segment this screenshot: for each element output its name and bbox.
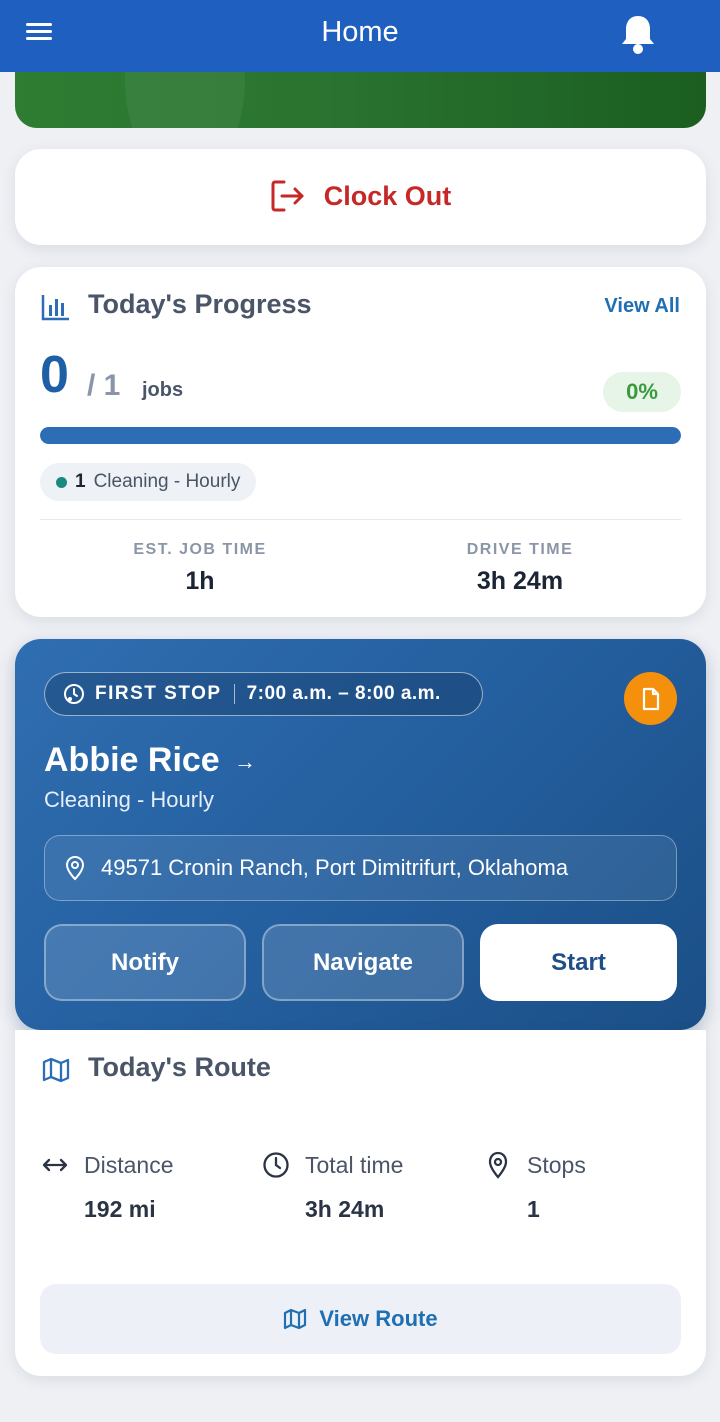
progress-bar-fill xyxy=(40,427,681,444)
clock-out-button[interactable]: Clock Out xyxy=(15,149,706,245)
navigate-button[interactable]: Navigate xyxy=(262,924,464,1001)
bar-chart-icon xyxy=(41,293,71,326)
chip-count: 1 xyxy=(75,471,86,492)
est-job-time-value: 1h xyxy=(185,567,215,595)
progress-title: Today's Progress xyxy=(88,289,312,319)
document-icon xyxy=(642,687,659,710)
arrow-right-icon[interactable]: → xyxy=(234,749,256,775)
view-route-label: View Route xyxy=(319,1306,438,1331)
progress-bar xyxy=(40,427,681,444)
map-pin-icon xyxy=(483,1150,513,1180)
stop-time-window: 7:00 a.m. – 8:00 a.m. xyxy=(246,683,441,704)
notifications-bell-icon[interactable] xyxy=(618,12,658,56)
progress-percent-badge: 0% xyxy=(603,372,681,412)
customer-name[interactable]: Abbie Rice xyxy=(44,741,220,780)
todays-route-card: Today's Route Distance 192 mi Total time… xyxy=(15,1030,706,1376)
badge-separator xyxy=(233,684,235,704)
clock-icon xyxy=(261,1150,291,1180)
start-button[interactable]: Start xyxy=(480,924,677,1001)
stop-time-badge: FIRST STOP 7:00 a.m. – 8:00 a.m. xyxy=(44,672,483,716)
total-time-value: 3h 24m xyxy=(305,1196,385,1222)
logout-icon xyxy=(271,180,304,212)
drive-time-value: 3h 24m xyxy=(476,567,564,595)
job-type-chip: 1 Cleaning - Hourly xyxy=(40,463,257,501)
map-icon xyxy=(283,1308,307,1330)
route-distance: Distance 192 mi xyxy=(40,1150,173,1223)
clock-out-label: Clock Out xyxy=(323,180,452,211)
view-all-link[interactable]: View All xyxy=(604,295,680,318)
drive-time-stat: DRIVE TIME 3h 24m xyxy=(360,541,680,596)
address-field[interactable]: 49571 Cronin Ranch, Port Dimitrifurt, Ok… xyxy=(44,835,677,901)
route-stops: Stops 1 xyxy=(483,1150,586,1223)
total-time-label: Total time xyxy=(305,1151,404,1178)
stops-value: 1 xyxy=(527,1196,540,1222)
distance-value: 192 mi xyxy=(84,1196,156,1222)
route-total-time: Total time 3h 24m xyxy=(261,1150,403,1223)
arrows-horizontal-icon xyxy=(40,1150,70,1180)
job-notes-button[interactable] xyxy=(624,672,677,725)
route-title: Today's Route xyxy=(88,1052,271,1082)
jobs-completed-count: 0 xyxy=(40,346,69,404)
stops-label: Stops xyxy=(527,1151,586,1178)
est-job-time-label: EST. JOB TIME xyxy=(133,541,267,558)
divider xyxy=(40,519,681,520)
service-type: Cleaning - Hourly xyxy=(44,787,214,812)
first-stop-label: FIRST STOP xyxy=(95,683,222,704)
notify-button[interactable]: Notify xyxy=(44,924,246,1001)
jobs-unit-label: jobs xyxy=(142,379,184,401)
chip-label: Cleaning - Hourly xyxy=(93,471,241,492)
todays-progress-card: Today's Progress View All 0 / 1 jobs 0% … xyxy=(15,267,706,617)
address-text: 49571 Cronin Ranch, Port Dimitrifurt, Ok… xyxy=(101,855,569,880)
route-stop-icon xyxy=(64,684,84,704)
jobs-total-count: / 1 xyxy=(87,369,121,402)
first-stop-card: FIRST STOP 7:00 a.m. – 8:00 a.m. Abbie R… xyxy=(15,639,706,1030)
distance-label: Distance xyxy=(84,1151,174,1178)
status-dot xyxy=(56,476,67,488)
map-icon xyxy=(41,1056,71,1089)
app-bar: Home xyxy=(0,0,720,72)
est-job-time-stat: EST. JOB TIME 1h xyxy=(40,541,360,596)
drive-time-label: DRIVE TIME xyxy=(466,541,574,558)
view-route-button[interactable]: View Route xyxy=(40,1284,681,1354)
map-pin-icon xyxy=(65,855,85,881)
page-title: Home xyxy=(321,16,399,48)
